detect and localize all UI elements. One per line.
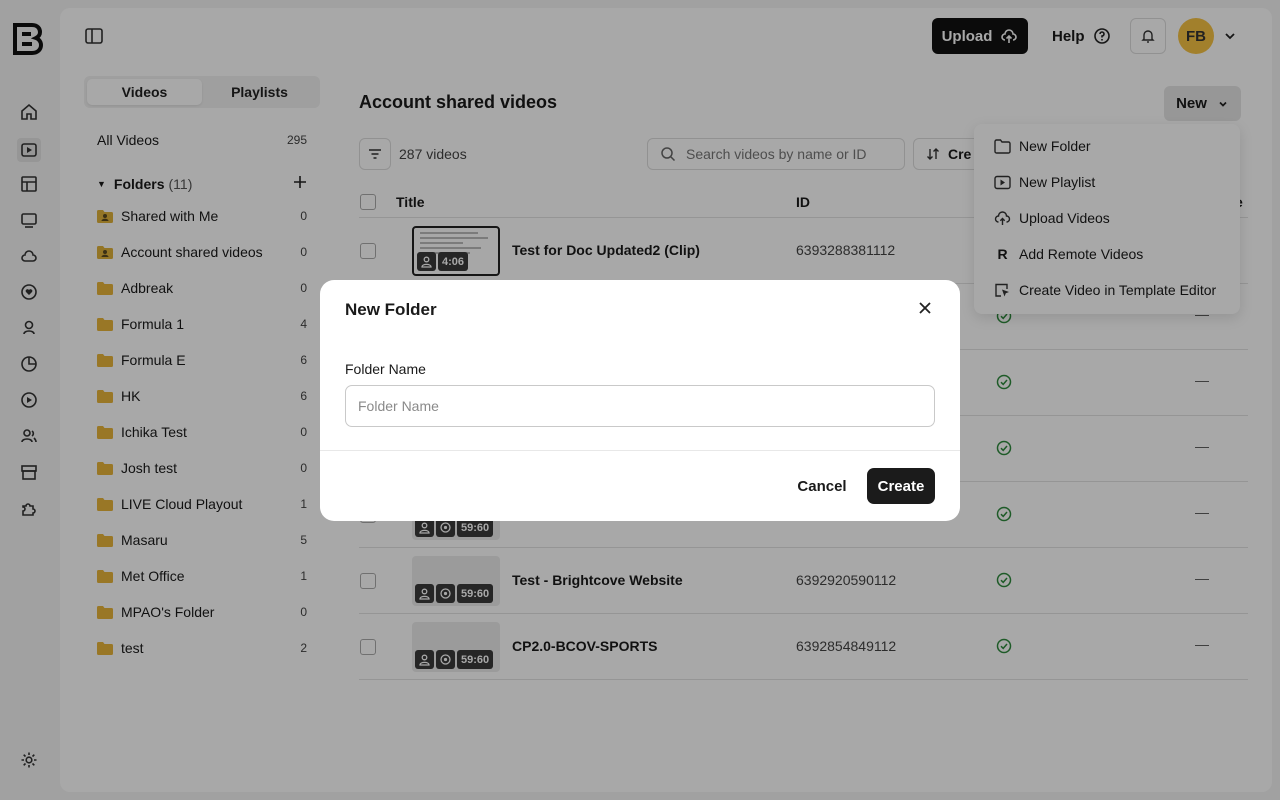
dialog-divider bbox=[320, 450, 960, 451]
dialog-title: New Folder bbox=[345, 300, 437, 319]
folder-name-label: Folder Name bbox=[345, 361, 426, 377]
create-button[interactable]: Create bbox=[867, 468, 935, 504]
new-folder-dialog: New Folder Folder Name Cancel Create bbox=[320, 280, 960, 521]
close-icon[interactable] bbox=[916, 299, 934, 317]
cancel-button[interactable]: Cancel bbox=[788, 468, 856, 504]
folder-name-input[interactable] bbox=[345, 385, 935, 427]
